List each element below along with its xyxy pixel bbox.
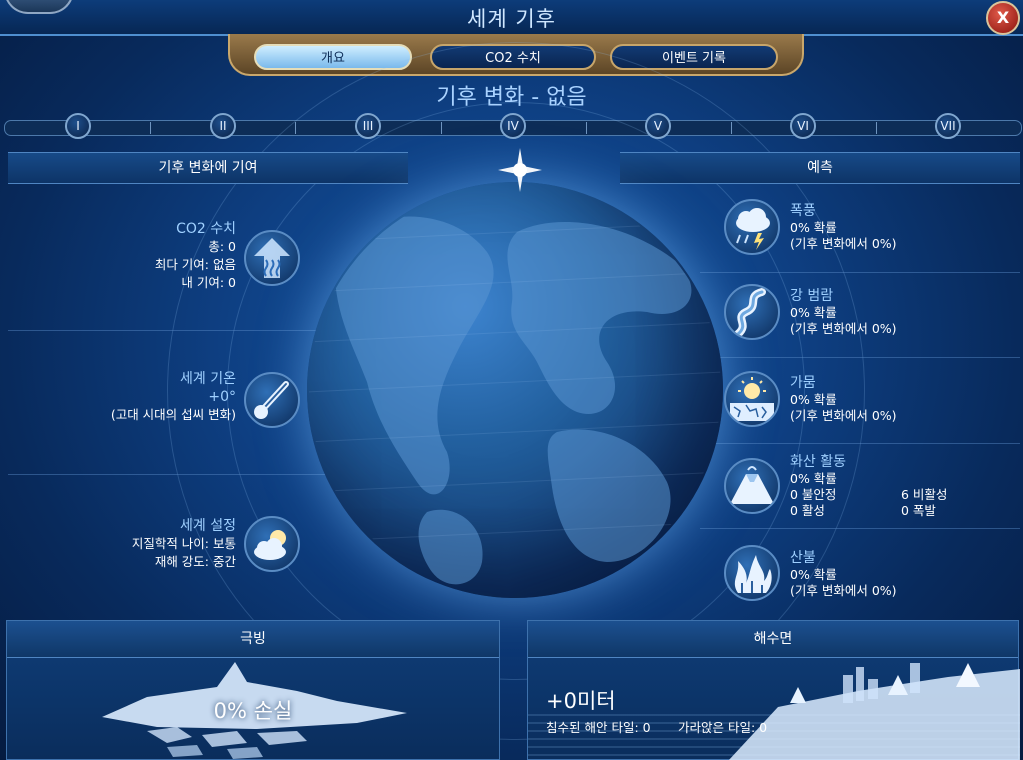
river-flood-icon (724, 284, 780, 340)
ice-loss-percent: 0% 손실 (213, 699, 293, 723)
geologic-age: 지질학적 나이: 보통 (131, 536, 236, 551)
flooded-coastal-tiles: 침수된 해안 타일: 0 (546, 720, 651, 735)
river-flood-chance: 0% 확률 (790, 304, 837, 320)
close-button[interactable]: X (986, 1, 1020, 35)
sea-level-panel: 해수면 +0미터 침수된 해안 타일: 0 가라앉은 타일: 0 (527, 620, 1020, 760)
polar-ice-header: 극빙 (7, 621, 499, 658)
sun-glare (498, 148, 542, 192)
era-marker-1: I (65, 113, 91, 139)
era-tick (150, 122, 151, 134)
world-settings-title: 세계 설정 (180, 518, 236, 534)
era-tick (876, 122, 877, 134)
era-marker-6: VI (790, 113, 816, 139)
volcano-active: 0 활성 (790, 503, 825, 518)
sun-cloud-icon (244, 516, 300, 572)
polar-ice-panel: 극빙 0% 손실 (6, 620, 500, 760)
era-marker-7: VII (935, 113, 961, 139)
river-flood-detail: (기후 변화에서 0%) (790, 321, 897, 336)
world-settings-info: 세계 설정 지질학적 나이: 보통 재해 강도: 중간 (60, 517, 236, 571)
river-flood-title: 강 범람 (790, 288, 834, 304)
row-divider (8, 474, 358, 475)
world-climate-screen: 세계 기후 X 개요 CO2 수치 이벤트 기록 기후 변화 - 없음 I II… (0, 0, 1023, 760)
co2-total: 총: 0 (208, 239, 236, 254)
wildfire-title: 산불 (790, 550, 816, 566)
row-divider (700, 357, 1020, 358)
forecast-wildfire: 산불 0% 확률 (기후 변화에서 0%) (790, 550, 897, 600)
co2-title: CO2 수치 (176, 221, 236, 237)
submerged-tiles: 가라앉은 타일: 0 (678, 720, 768, 735)
volcano-chance: 0% 확률 (790, 470, 837, 486)
thermometer-icon (244, 372, 300, 428)
earth-globe (307, 182, 723, 598)
wildfire-icon (724, 545, 780, 601)
forecast-storm: 폭풍 0% 확률 (기후 변화에서 0%) (790, 203, 897, 253)
temperature-note: (고대 시대의 섭씨 변화) (110, 407, 236, 422)
temperature-value: +0° (208, 389, 236, 405)
co2-my-contribution: 내 기여: 0 (181, 275, 236, 290)
drought-icon (724, 371, 780, 427)
drought-detail: (기후 변화에서 0%) (790, 408, 897, 423)
wildfire-chance: 0% 확률 (790, 566, 837, 582)
forecast-header: 예측 (620, 152, 1020, 184)
temperature-title: 세계 기온 (180, 371, 236, 387)
forecast-river-flood: 강 범람 0% 확률 (기후 변화에서 0%) (790, 288, 897, 338)
co2-top-contributor: 최다 기여: 없음 (154, 257, 236, 272)
forecast-drought: 가뭄 0% 확률 (기후 변화에서 0%) (790, 375, 897, 425)
wildfire-detail: (기후 변화에서 0%) (790, 583, 897, 598)
era-marker-2: II (210, 113, 236, 139)
forecast-volcano: 화산 활동 0% 확률 0 불안정 6 비활성 0 활성 0 폭발 (790, 454, 990, 520)
storm-title: 폭풍 (790, 203, 816, 219)
volcano-icon (724, 458, 780, 514)
window-title: 세계 기후 (467, 7, 556, 31)
row-divider (700, 272, 1020, 273)
continents-map (309, 216, 721, 585)
row-divider (700, 528, 1020, 529)
volcano-inactive: 6 비활성 (901, 487, 948, 502)
storm-icon (724, 199, 780, 255)
volcano-eruption: 0 폭발 (901, 503, 936, 518)
volcano-unstable: 0 불안정 (790, 487, 837, 502)
storm-detail: (기후 변화에서 0%) (790, 236, 897, 251)
row-divider (8, 330, 358, 331)
title-bar: 세계 기후 X (0, 0, 1023, 36)
drought-chance: 0% 확률 (790, 391, 837, 407)
co2-rising-icon (244, 230, 300, 286)
row-divider (700, 443, 1020, 444)
temperature-info: 세계 기온 +0° (고대 시대의 섭씨 변화) (60, 370, 236, 424)
sea-level-header: 해수면 (528, 621, 1018, 658)
co2-info: CO2 수치 총: 0 최다 기여: 없음 내 기여: 0 (60, 220, 236, 292)
disaster-intensity: 재해 강도: 중간 (154, 554, 236, 569)
sea-level-value: +0미터 (546, 689, 616, 713)
contribution-header: 기후 변화에 기여 (8, 152, 408, 184)
volcano-title: 화산 활동 (790, 454, 846, 470)
storm-chance: 0% 확률 (790, 219, 837, 235)
drought-title: 가뭄 (790, 375, 816, 391)
